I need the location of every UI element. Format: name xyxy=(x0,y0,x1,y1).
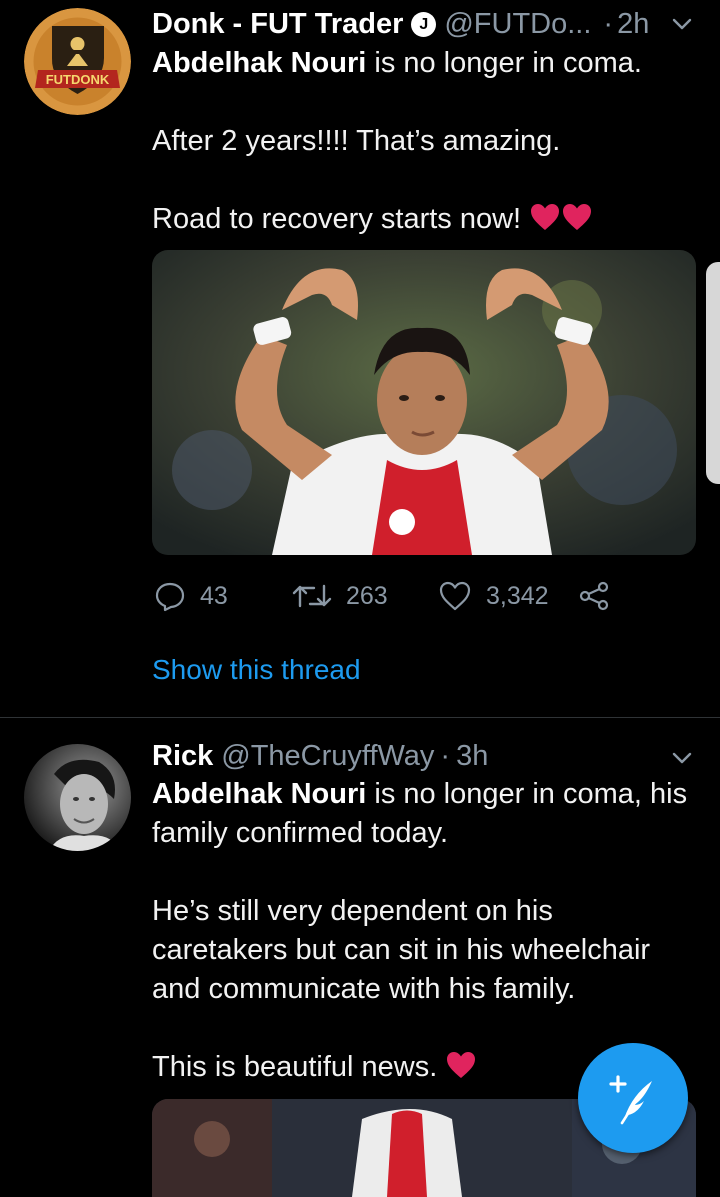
chevron-down-icon[interactable] xyxy=(670,746,694,770)
retweet-count: 263 xyxy=(346,581,388,610)
avatar-thecruyffway[interactable] xyxy=(24,744,131,851)
red-heart-icon xyxy=(531,204,560,230)
tweet-actions: 43 263 3,342 xyxy=(152,576,622,616)
like-count: 3,342 xyxy=(486,581,549,610)
show-thread-link[interactable]: Show this thread xyxy=(152,654,361,686)
separator-dot: · xyxy=(603,7,614,40)
tweet-photo[interactable] xyxy=(152,250,696,555)
red-heart-icon xyxy=(447,1052,476,1078)
author-handle[interactable]: @FUTDo... xyxy=(444,8,591,41)
tweet-time[interactable]: 3h xyxy=(456,740,488,773)
reply-count: 43 xyxy=(200,581,228,610)
share-icon xyxy=(579,581,609,611)
bold-name[interactable]: Abdelhak Nouri xyxy=(152,47,366,79)
heart-outline-icon xyxy=(439,581,471,611)
separator-dot: · xyxy=(440,739,451,772)
author-handle[interactable]: @TheCruyffWay xyxy=(221,740,434,773)
reply-button[interactable]: 43 xyxy=(154,576,228,616)
svg-text:FUTDONK: FUTDONK xyxy=(46,72,110,87)
red-heart-icon xyxy=(563,204,592,230)
author-name[interactable]: Donk - FUT Trader xyxy=(152,8,403,41)
retweet-button[interactable]: 263 xyxy=(292,576,388,616)
tweet-divider xyxy=(0,717,720,718)
avatar-futdonk[interactable]: FUTDONK xyxy=(24,8,131,115)
tweet-header: Rick @TheCruyffWay · 3h xyxy=(152,736,702,776)
retweet-icon xyxy=(292,584,332,608)
tweet-header: Donk - FUT Trader J @FUTDo... · 2h xyxy=(152,4,702,44)
tweet-time[interactable]: 2h xyxy=(617,8,649,41)
author-name[interactable]: Rick xyxy=(152,740,213,773)
compose-feather-icon xyxy=(609,1075,652,1125)
tweet-futdonk[interactable]: FUTDONK Donk - FUT Trader J @FUTDo... · … xyxy=(0,0,720,718)
tweet-body: Abdelhak Nouri is no longer in coma. Aft… xyxy=(152,47,642,235)
tweet-body: Abdelhak Nouri is no longer in coma, his… xyxy=(152,778,688,1083)
verified-badge-icon: J xyxy=(411,11,437,37)
like-button[interactable]: 3,342 xyxy=(438,576,549,616)
bold-name[interactable]: Abdelhak Nouri xyxy=(152,778,366,810)
compose-tweet-button[interactable] xyxy=(578,1043,688,1153)
share-button[interactable] xyxy=(578,576,624,616)
scroll-indicator[interactable] xyxy=(706,262,720,484)
chevron-down-icon[interactable] xyxy=(670,12,694,36)
reply-icon xyxy=(155,582,185,612)
